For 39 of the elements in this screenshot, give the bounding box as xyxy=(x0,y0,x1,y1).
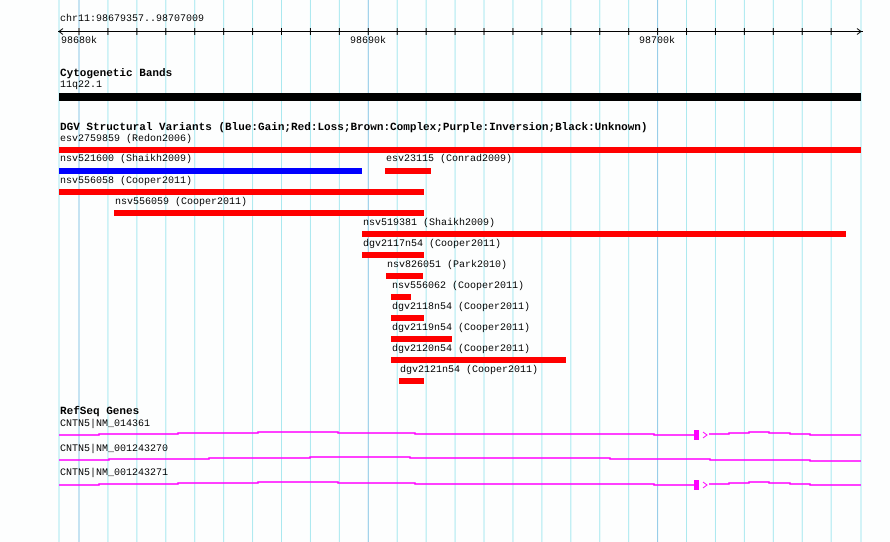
gene-label: CNTN5|NM_014361 xyxy=(60,419,150,431)
band-label: 11q22.1 xyxy=(60,80,102,92)
variant-bar[interactable] xyxy=(59,189,424,195)
variant-label: nsv556058 (Cooper2011) xyxy=(60,176,192,188)
variant-bar[interactable] xyxy=(386,273,423,279)
track-title: RefSeq Genes xyxy=(60,406,140,418)
variant-bar[interactable] xyxy=(362,231,846,237)
variant-label: dgv2121n54 (Cooper2011) xyxy=(400,365,538,377)
transcript-drawing[interactable] xyxy=(59,428,861,442)
variant-label: nsv521600 (Shaikh2009) xyxy=(60,154,192,166)
variant-bar[interactable] xyxy=(391,315,424,321)
variant-label: nsv519381 (Shaikh2009) xyxy=(363,218,496,230)
variant-bar[interactable] xyxy=(59,147,861,153)
variant-bar[interactable] xyxy=(385,168,431,174)
variant-bar[interactable] xyxy=(399,378,424,384)
variant-label: nsv556062 (Cooper2011) xyxy=(392,281,524,293)
variant-bar[interactable] xyxy=(391,357,566,363)
gene-label: CNTN5|NM_001243270 xyxy=(60,444,168,456)
variant-label: dgv2117n54 (Cooper2011) xyxy=(363,239,502,251)
tick-label: 98680k xyxy=(61,36,97,48)
variant-label: dgv2119n54 (Cooper2011) xyxy=(392,323,530,335)
variant-bar[interactable] xyxy=(362,252,424,258)
variant-label: esv23115 (Conrad2009) xyxy=(386,154,512,166)
gene-label: CNTN5|NM_001243271 xyxy=(60,468,168,480)
variant-bar[interactable] xyxy=(391,294,411,300)
variant-label: esv2759859 (Redon2006) xyxy=(60,134,192,146)
tick-label: 98700k xyxy=(639,36,675,48)
transcript-drawing[interactable] xyxy=(59,478,861,492)
variant-label: dgv2118n54 (Cooper2011) xyxy=(392,302,530,314)
tick-label: 98690k xyxy=(350,36,386,48)
variant-label: dgv2120n54 (Cooper2011) xyxy=(392,344,530,356)
variant-label: nsv556059 (Cooper2011) xyxy=(115,197,248,209)
track-title: DGV Structural Variants (Blue:Gain;Red:Loss;Brown:Complex;Purple:Inversion;Black:Unknown) xyxy=(60,122,648,134)
variant-label: nsv826051 (Park2010) xyxy=(387,260,508,272)
variant-bar[interactable] xyxy=(391,336,452,342)
location-label: chr11:98679357..98707009 xyxy=(60,14,204,26)
track-title: Cytogenetic Bands xyxy=(60,68,172,80)
variant-bar[interactable] xyxy=(59,168,362,174)
variant-bar[interactable] xyxy=(114,210,424,216)
